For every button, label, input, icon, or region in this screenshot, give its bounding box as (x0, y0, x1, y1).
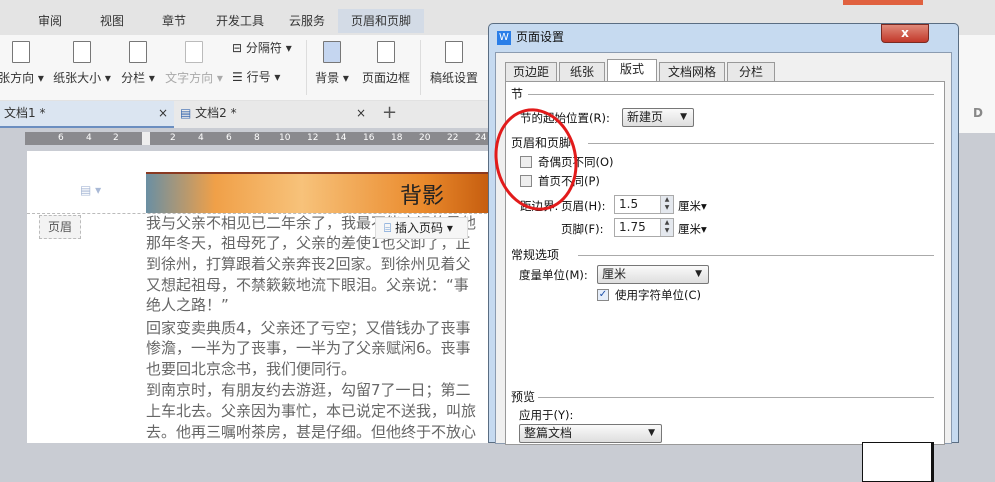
footer-unit-dropdown[interactable]: 厘米▾ (678, 221, 707, 237)
line-number-icon: ☰ (232, 70, 243, 84)
paper-size-button[interactable]: 纸张大小 ▾ (52, 41, 112, 86)
app-close-button[interactable] (843, 0, 923, 5)
tab-cloud[interactable]: 云服务 (282, 9, 332, 33)
tab-margins[interactable]: 页边距 (505, 62, 557, 82)
doc-tab-2[interactable]: ▤ 文档2 * × (176, 101, 372, 128)
dialog-title: 页面设置 (516, 30, 565, 44)
spinner-icon[interactable]: ▲ ▼ (660, 196, 673, 213)
body-line: 又想起祖母，不禁簌簌地流下眼泪。父亲说：“事 (146, 276, 469, 294)
tab-review[interactable]: 审阅 (28, 9, 72, 33)
grid-paper-icon (445, 41, 463, 63)
dropdown-arrow-icon: ▼ (680, 112, 687, 122)
spinner-icon[interactable]: ▲ ▼ (660, 219, 673, 236)
separator-button[interactable]: ⊟ 分隔符 ▾ (232, 39, 302, 56)
footer-distance-label: 页脚(F): (561, 222, 604, 236)
body-line: 回家变卖典质4，父亲还了亏空；又借钱办了丧事 (146, 319, 471, 337)
body-line: 也要回北京念书，我们便同行。 (146, 360, 357, 378)
columns-icon (129, 41, 147, 63)
tab-layout[interactable]: 版式 (607, 59, 657, 83)
body-line: 到徐州，打算跟着父亲奔丧2回家。到徐州见着父 (146, 255, 471, 273)
separator-icon: ⊟ (232, 41, 243, 55)
tab-columns[interactable]: 分栏 (727, 62, 775, 82)
header-unit-dropdown[interactable]: 厘米▾ (678, 198, 707, 214)
body-line: 上车北去。父亲因为事忙，本已说定不送我，叫旅 (146, 402, 477, 420)
preview-page (862, 442, 934, 482)
columns-button[interactable]: 分栏 ▾ (118, 41, 158, 86)
body-line: 到南京时，有朋友约去游逛，勾留7了一日；第二 (146, 381, 471, 399)
section-group-title: 节 (511, 87, 524, 101)
text-direction-icon (185, 41, 203, 63)
tab-paper[interactable]: 纸张 (559, 62, 605, 82)
new-tab-button[interactable]: + (378, 101, 397, 128)
grid-paper-button[interactable]: 稿纸设置 (426, 41, 482, 86)
tab-developer[interactable]: 开发工具 (210, 9, 270, 33)
preview-group-title: 预览 (511, 390, 536, 404)
apply-to-label: 应用于(Y): (519, 408, 574, 422)
measure-unit-label: 度量单位(M): (519, 268, 588, 282)
header-distance-input[interactable]: 1.5 ▲ ▼ (614, 195, 674, 214)
indent-marker[interactable] (142, 132, 150, 145)
footer-distance-input[interactable]: 1.75 ▲ ▼ (614, 218, 674, 237)
background-icon (323, 41, 341, 63)
ruler[interactable]: 642 2 4 6 8 10 12 14 16 18 20 22 24 (25, 132, 495, 145)
tab-doc-grid[interactable]: 文档网格 (659, 62, 725, 82)
page-setup-dialog: W 页面设置 x 页边距 纸张 版式 文档网格 分栏 节 节的起始位置(R): 新… (488, 23, 959, 482)
dropdown-arrow-icon: ▼ (695, 269, 702, 279)
dialog-close-button[interactable]: x (881, 24, 929, 43)
insert-page-number-button[interactable]: ⌸ 插入页码 ▾ (375, 217, 468, 239)
line-number-button[interactable]: ☰ 行号 ▾ (232, 68, 302, 85)
header-label: 页眉 (39, 215, 81, 239)
body-line: 绝人之路！” (146, 296, 229, 314)
paper-size-icon (73, 41, 91, 63)
tab-view[interactable]: 视图 (90, 9, 134, 33)
measure-unit-select[interactable]: 厘米 ▼ (597, 265, 709, 284)
tab-header-footer[interactable]: 页眉和页脚 (338, 9, 424, 33)
tab-chapter[interactable]: 章节 (152, 9, 196, 33)
header-title: 背影 (400, 184, 445, 209)
document-icon: ▤ (180, 106, 192, 120)
body-line: 去。他再三嘱咐茶房，甚是仔细。但他终于不放心 (146, 423, 477, 441)
body-line: 惨澹，一半为了丧事，一半为了父亲赋闲6。丧事 (146, 339, 471, 357)
page-number-icon: ⌸ (384, 221, 392, 235)
dropdown-arrow-icon: ▼ (648, 428, 655, 438)
header-distance-label: 页眉(H): (561, 199, 606, 213)
doc-tab-1[interactable]: 文档1 * × (0, 101, 174, 128)
orientation-button[interactable]: 张方向 ▾ (0, 41, 46, 86)
close-icon[interactable]: × (158, 101, 168, 125)
use-char-unit-label: 使用字符单位(C) (615, 288, 702, 302)
section-start-select[interactable]: 新建页 ▼ (622, 108, 694, 127)
general-group-title: 常规选项 (511, 248, 560, 262)
text-direction-button[interactable]: 文字方向 ▾ (164, 41, 224, 86)
use-char-unit-checkbox[interactable]: ✓ (597, 289, 609, 301)
page-border-icon (377, 41, 395, 63)
background-button[interactable]: 背景 ▾ (312, 41, 352, 86)
header-options-icon[interactable]: ▤ ▾ (80, 183, 101, 197)
page-orientation-icon (12, 41, 30, 63)
page-border-button[interactable]: 页面边框 (358, 41, 414, 86)
side-panel-icon[interactable]: D (973, 106, 983, 120)
close-icon[interactable]: × (356, 101, 366, 125)
wps-logo-icon: W (497, 30, 511, 45)
apply-to-select[interactable]: 整篇文档 ▼ (519, 424, 662, 443)
